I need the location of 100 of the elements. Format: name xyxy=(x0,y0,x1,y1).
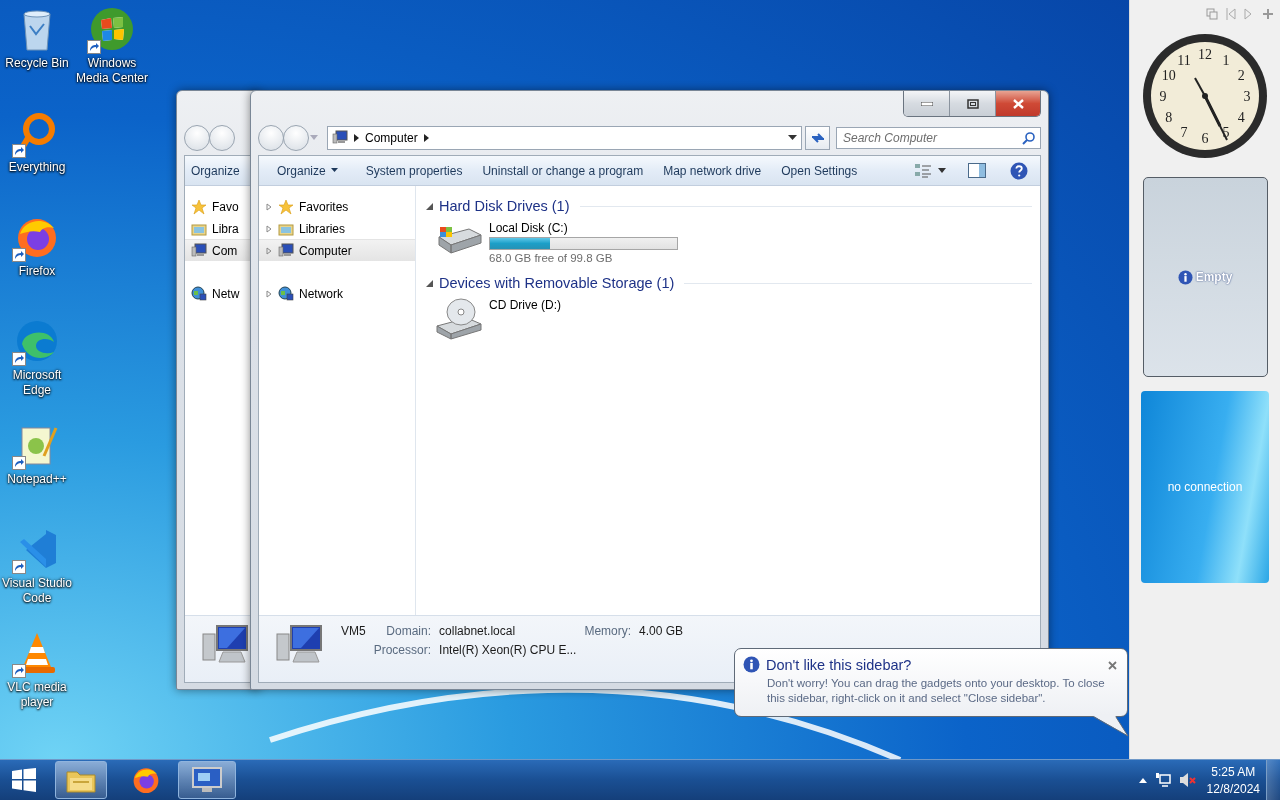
maximize-button[interactable] xyxy=(950,91,996,116)
clock-numeral: 2 xyxy=(1237,68,1245,83)
clock-numeral: 6 xyxy=(1201,131,1209,146)
clock-numeral: 8 xyxy=(1165,110,1173,125)
toolbar-button[interactable]: Map network drive xyxy=(655,159,770,182)
fox-icon xyxy=(131,765,161,795)
drive-name[interactable]: CD Drive (D:) xyxy=(489,298,561,312)
caret-icon[interactable] xyxy=(788,135,797,141)
caret-icon xyxy=(938,168,946,173)
toolbar-button[interactable]: Open Settings xyxy=(773,159,866,182)
chevron-icon xyxy=(423,134,429,142)
clock-hands xyxy=(1194,77,1228,141)
refresh-button[interactable] xyxy=(805,126,830,150)
nav-item[interactable]: Favorites xyxy=(259,195,415,217)
toolbar-button[interactable]: System properties xyxy=(357,159,471,182)
maximize-icon xyxy=(966,98,979,109)
nav-item[interactable]: Computer xyxy=(259,239,415,261)
monitor-icon xyxy=(190,765,224,795)
clock-numeral: 3 xyxy=(1243,89,1251,104)
clock-numeral: 11 xyxy=(1177,52,1191,68)
back-button[interactable] xyxy=(258,125,284,151)
balloon-title: Don't like this sidebar? xyxy=(766,656,912,673)
info-icon xyxy=(743,656,760,673)
field-value: collabnet.local xyxy=(439,624,517,638)
plus-icon xyxy=(1262,8,1274,20)
computer-name: VM5 xyxy=(341,624,366,638)
forward-button[interactable] xyxy=(283,125,309,151)
info-icon xyxy=(1177,269,1193,285)
nav-item[interactable]: Libraries xyxy=(259,217,415,239)
toolbar-button[interactable]: Uninstall or change a program xyxy=(474,159,652,182)
computer-icon xyxy=(191,242,207,259)
nav-item[interactable]: Network xyxy=(259,282,415,304)
star-icon xyxy=(191,198,207,215)
minimize-button[interactable] xyxy=(904,91,950,116)
search-icon[interactable] xyxy=(1022,132,1035,145)
forward-button[interactable] xyxy=(209,125,235,151)
network-globe-icon xyxy=(278,285,294,302)
nav-item[interactable]: Favo xyxy=(185,195,251,217)
computer-icon xyxy=(278,242,294,259)
group-header[interactable]: Hard Disk Drives (1) xyxy=(439,198,570,214)
windows-logo-icon xyxy=(11,768,37,792)
chevron-icon xyxy=(354,134,359,142)
address-bar[interactable]: Computer xyxy=(327,126,802,150)
close-icon xyxy=(1108,661,1117,670)
up-arrow-icon xyxy=(1138,777,1147,783)
group-header[interactable]: Devices with Removable Storage (1) xyxy=(439,275,675,291)
right-arrow-icon xyxy=(1244,8,1254,20)
computer-icon xyxy=(332,130,348,146)
star-icon xyxy=(278,198,294,215)
expand-arrow-icon[interactable] xyxy=(265,224,273,233)
computer-icon xyxy=(275,622,325,666)
collapse-arrow-icon[interactable] xyxy=(426,279,433,287)
clock-numeral: 9 xyxy=(1159,89,1167,104)
clock-numeral: 1 xyxy=(1222,52,1230,68)
search-field[interactable]: Search Computer xyxy=(836,127,1041,149)
taskbar-button[interactable] xyxy=(178,761,236,799)
clock-numeral: 7 xyxy=(1180,125,1188,141)
computer-icon xyxy=(201,622,251,666)
close-icon xyxy=(1012,98,1024,109)
refresh-icon xyxy=(809,131,826,145)
network-icon xyxy=(1154,772,1171,788)
field-label: Domain: xyxy=(385,624,432,638)
desktop-icon-label[interactable]: Everything xyxy=(8,160,66,175)
orb-icon xyxy=(89,6,135,52)
disc-drive-icon xyxy=(435,296,483,340)
nav-item[interactable]: Com xyxy=(185,239,251,261)
clock-numeral: 12 xyxy=(1198,47,1212,62)
field-label: Processor: xyxy=(373,643,432,657)
clock-button[interactable]: 5:25 AM 12/8/2024 xyxy=(1206,764,1260,796)
help-icon xyxy=(1010,161,1028,180)
collapse-arrow-icon[interactable] xyxy=(426,202,433,210)
expand-arrow-icon[interactable] xyxy=(265,202,273,211)
minimize-icon xyxy=(920,101,933,106)
clock-numeral: 4 xyxy=(1237,110,1245,125)
expand-arrow-icon[interactable] xyxy=(265,246,273,255)
field-value: Intel(R) Xeon(R) CPU E... xyxy=(439,643,577,657)
field-value: 4.00 GB xyxy=(639,624,684,638)
show-desktop-button[interactable] xyxy=(1266,760,1280,800)
field-label: Memory: xyxy=(584,624,632,638)
free-space-text: 68.0 GB free of 99.8 GB xyxy=(489,252,614,264)
back-button[interactable] xyxy=(184,125,210,151)
clock-numeral: 10 xyxy=(1161,68,1176,83)
expand-arrow-icon[interactable] xyxy=(265,289,273,298)
gallery-icon xyxy=(1206,8,1218,20)
gadget-panel[interactable]: Empty xyxy=(1142,177,1268,377)
nav-item[interactable]: Netw xyxy=(185,282,251,304)
preview-pane-icon xyxy=(968,163,986,178)
desktop-icon-label[interactable]: Windows Media Center xyxy=(75,56,149,86)
caret-icon xyxy=(330,168,338,173)
taskbar-button[interactable] xyxy=(55,761,107,799)
left-arrow-icon xyxy=(1226,8,1236,20)
toolbar-button[interactable]: Organize xyxy=(269,159,346,182)
close-button[interactable] xyxy=(996,91,1040,116)
desktop-icon-label[interactable]: Firefox xyxy=(18,264,56,279)
balloon-text: Don't worry! You can drag the gadgets onto your desktop. To close this sidebar, right-click on it and select "Close sidebar". xyxy=(766,676,1106,705)
nav-item[interactable]: Libra xyxy=(185,217,251,239)
desktop-icon-label[interactable]: Recycle Bin xyxy=(5,56,69,71)
drive-name[interactable]: Local Disk (C:) xyxy=(489,221,678,235)
network-globe-icon xyxy=(191,285,207,302)
list-view-icon xyxy=(914,162,932,179)
